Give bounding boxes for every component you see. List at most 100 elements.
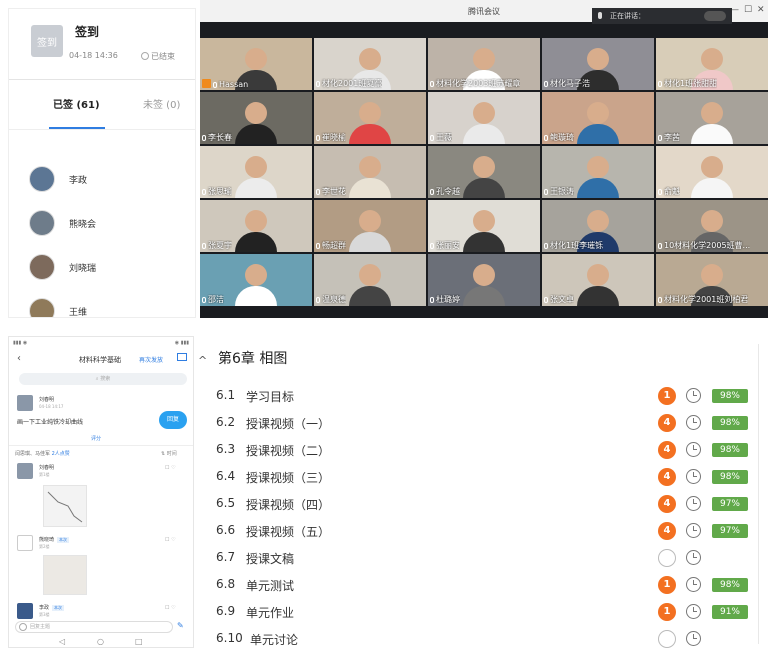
participant-label: 张文卓 xyxy=(544,294,574,305)
checkin-state: 已结束 xyxy=(141,51,175,62)
mic-icon xyxy=(430,135,434,141)
completion-badge: 98% xyxy=(712,470,748,484)
nav-home-icon[interactable]: ○ xyxy=(97,637,104,646)
tab-unsigned[interactable]: 未签 (0) xyxy=(143,96,180,111)
participant-tile[interactable]: 杜璐婷 xyxy=(428,254,540,306)
participant-tile[interactable]: 材料化学2001班刘柏君 xyxy=(656,254,768,306)
member-item[interactable]: 李政 xyxy=(29,165,87,193)
chapter-item[interactable]: 6.3 授课视频（二） 4 98% xyxy=(216,437,756,463)
resend-link[interactable]: 再次发放 xyxy=(139,355,163,364)
maximize-icon[interactable]: ☐ xyxy=(744,5,752,15)
chapter-item[interactable]: 6.8 单元测试 1 98% xyxy=(216,572,756,598)
chapter-item[interactable]: 6.10 单元讨论 xyxy=(216,626,756,651)
chapter-item[interactable]: 6.9 单元作业 1 91% xyxy=(216,599,756,625)
participant-tile[interactable]: Hassan xyxy=(200,38,312,90)
participant-tile[interactable]: 鲍璇琦 xyxy=(542,92,654,144)
participant-face xyxy=(473,48,495,70)
member-item[interactable]: 熊晓会 xyxy=(29,209,96,237)
participant-tile[interactable]: 俞魁 xyxy=(656,146,768,198)
member-item[interactable]: 刘晓瑞 xyxy=(29,253,96,281)
participant-label: 张夏宇 xyxy=(202,240,232,251)
clock-icon xyxy=(686,631,701,646)
comment-tag: 本次 xyxy=(57,537,70,543)
send-icon[interactable]: ✎ xyxy=(177,621,184,630)
participant-tile[interactable]: 材化1班李璀铄 xyxy=(542,200,654,252)
participant-name: 杜璐婷 xyxy=(436,295,460,304)
participant-tile[interactable]: 王银涛 xyxy=(542,146,654,198)
tab-signed[interactable]: 已签 (61) xyxy=(53,96,100,111)
participant-label: 杜璐婷 xyxy=(430,294,460,305)
comment-image[interactable] xyxy=(43,485,87,527)
participant-tile[interactable]: 李世花 xyxy=(314,146,426,198)
participant-tile[interactable]: 王薇 xyxy=(428,92,540,144)
participant-name: 王银涛 xyxy=(550,187,574,196)
comment-image[interactable] xyxy=(43,555,87,595)
like-icon[interactable]: ☐ ♡ xyxy=(165,605,176,611)
member-item[interactable]: 王维 xyxy=(29,297,87,317)
comment-meta: 第2楼 xyxy=(39,544,50,549)
participant-tile[interactable]: 材化马子浩 xyxy=(542,38,654,90)
mic-icon xyxy=(202,189,206,195)
reply-input[interactable]: 回复主题 xyxy=(15,621,173,633)
participant-tile[interactable]: 李长春 xyxy=(200,92,312,144)
participant-tile[interactable]: 张丽安 xyxy=(428,200,540,252)
chapter-item[interactable]: 6.2 授课视频（一） 4 98% xyxy=(216,410,756,436)
participant-label: 张丽安 xyxy=(430,240,460,251)
back-icon[interactable]: ‹ xyxy=(17,353,21,364)
mic-icon xyxy=(202,135,206,141)
nav-back-icon[interactable]: ◁ xyxy=(59,637,65,646)
sort-toggle[interactable]: ⇅ 时间 xyxy=(161,450,177,457)
item-label: 单元讨论 xyxy=(250,633,299,647)
task-count-badge: 1 xyxy=(658,387,676,405)
participant-tile[interactable]: 孔令越 xyxy=(428,146,540,198)
mic-icon xyxy=(544,297,548,303)
participant-tile[interactable]: 温泉德 xyxy=(314,254,426,306)
participant-face xyxy=(245,48,267,70)
participant-name: 张丽安 xyxy=(436,241,460,250)
participant-tile[interactable]: 崔晓榆 xyxy=(314,92,426,144)
likes-names: 闫思琪、马佳军 xyxy=(15,451,51,457)
task-count-badge: 4 xyxy=(658,522,676,540)
search-input[interactable]: ⌕ 搜索 xyxy=(19,373,187,385)
participant-face xyxy=(473,210,495,232)
course-title: 材料科学基础 xyxy=(79,356,121,364)
chapter-item[interactable]: 6.6 授课视频（五） 4 97% xyxy=(216,518,756,544)
participant-face xyxy=(359,264,381,286)
chapter-item[interactable]: 6.5 授课视频（四） 4 97% xyxy=(216,491,756,517)
participant-label: 材化2001班夏豪 xyxy=(316,78,382,89)
participant-name: 材料化学2003班苏耀章 xyxy=(436,79,521,88)
participant-tile[interactable]: 材化1班张甜甜 xyxy=(656,38,768,90)
like-icon[interactable]: ☐ ♡ xyxy=(165,537,176,543)
avatar xyxy=(29,210,55,236)
participant-tile[interactable]: 10材料化学2005班曹... xyxy=(656,200,768,252)
task-count-badge: 1 xyxy=(658,576,676,594)
item-number: 6.6 xyxy=(216,523,236,537)
mic-icon xyxy=(213,82,217,88)
participant-tile[interactable]: 邵洁 xyxy=(200,254,312,306)
chapter-item[interactable]: 6.1 学习目标 1 98% xyxy=(216,383,756,409)
participant-tile[interactable]: 李茜 xyxy=(656,92,768,144)
chapter-item[interactable]: 6.4 授课视频（三） 4 98% xyxy=(216,464,756,490)
share-icon[interactable] xyxy=(177,353,187,361)
search-placeholder: 搜索 xyxy=(100,376,111,382)
participant-label: 畅超群 xyxy=(316,240,346,251)
like-icon[interactable]: ☐ ♡ xyxy=(165,465,176,471)
participant-tile[interactable]: 畅超群 xyxy=(314,200,426,252)
nav-recent-icon[interactable]: □ xyxy=(135,637,143,646)
collapse-icon[interactable]: ^ xyxy=(198,354,207,367)
participant-tile[interactable]: 材料化学2003班苏耀章 xyxy=(428,38,540,90)
chapter-panel: ^ 第6章 相图 6.1 学习目标 1 98% 6.2 授课视频（一） 4 98% 6.3 授课视… xyxy=(194,336,768,651)
participant-face xyxy=(701,210,723,232)
close-icon[interactable]: ✕ xyxy=(757,5,765,15)
task-count-badge xyxy=(658,549,676,567)
participant-name: 李茜 xyxy=(664,133,680,142)
participant-tile[interactable]: 张夏宇 xyxy=(200,200,312,252)
chapter-item[interactable]: 6.7 授课文稿 xyxy=(216,545,756,571)
participant-face xyxy=(473,156,495,178)
participant-tile[interactable]: 张思瑜 xyxy=(200,146,312,198)
participant-tile[interactable]: 张文卓 xyxy=(542,254,654,306)
participant-tile[interactable]: 材化2001班夏豪 xyxy=(314,38,426,90)
reply-button[interactable]: 回复 xyxy=(159,411,187,429)
member-name: 刘晓瑞 xyxy=(69,263,97,274)
rate-link[interactable]: 评分 xyxy=(91,435,101,442)
